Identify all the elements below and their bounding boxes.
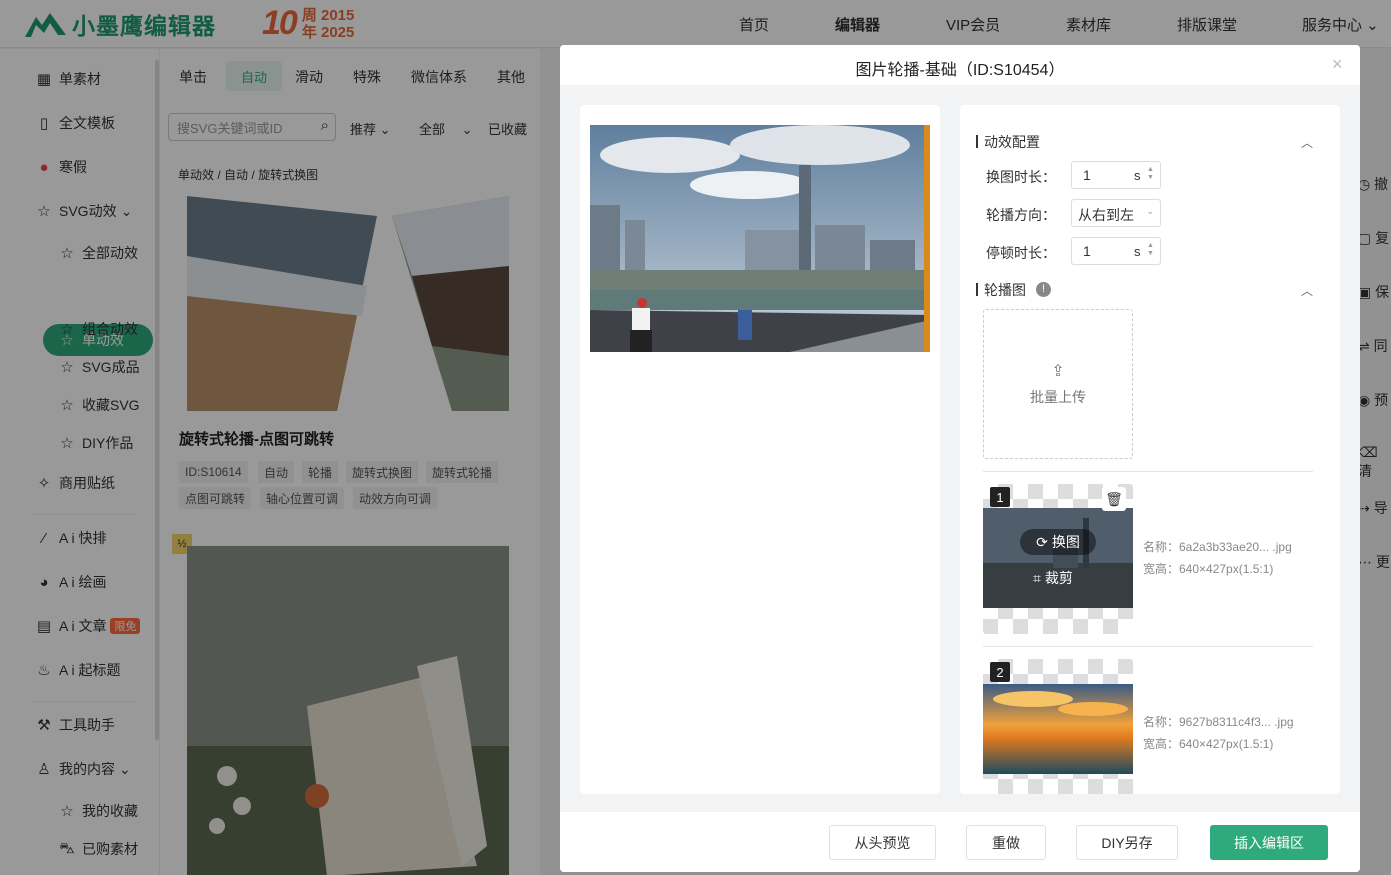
diy-save-as-button[interactable]: DIY另存 (1076, 825, 1178, 860)
batch-upload-button[interactable]: ⇪ 批量上传 (983, 309, 1133, 459)
image-name: 名称：9627b8311c4f3... .jpg (1143, 715, 1294, 729)
carousel-config-modal: 图片轮播-基础（ID:S10454） × 动效配置 ︿ 换图时长： 1 s ▲ … (560, 45, 1360, 872)
switch-duration-input[interactable]: 1 s ▲ ▼ (1071, 161, 1161, 189)
image-2-photo (983, 684, 1133, 774)
crop-button[interactable]: ⌗ 裁剪 (1033, 568, 1073, 588)
section-title-anim: 动效配置 (976, 134, 1040, 150)
direction-label: 轮播方向： (986, 207, 1056, 223)
image-size: 宽高：640×427px(1.5:1) (1143, 562, 1274, 576)
insert-editor-button[interactable]: 插入编辑区 (1210, 825, 1328, 860)
replace-image-button[interactable]: ⟳ 换图 (1020, 529, 1096, 555)
upload-icon: ⇪ (1051, 363, 1065, 380)
carousel-image-2[interactable]: 2 (983, 659, 1133, 794)
refresh-icon: ⟳ (1036, 533, 1048, 550)
chevron-up-icon[interactable]: ︿ (1301, 282, 1313, 299)
image-index: 1 (990, 487, 1010, 507)
chevron-down-icon: ⌄ (1146, 206, 1154, 216)
trash-icon[interactable]: 🗑 (1102, 487, 1126, 511)
image-index: 2 (990, 662, 1010, 682)
redo-button[interactable]: 重做 (966, 825, 1046, 860)
chevron-up-icon[interactable]: ︿ (1301, 134, 1313, 151)
modal-title: 图片轮播-基础（ID:S10454） (855, 62, 1065, 79)
pause-duration-label: 停顿时长： (986, 245, 1056, 261)
close-icon[interactable]: × (1332, 54, 1343, 75)
divider (983, 646, 1313, 647)
image-name: 名称：6a2a3b33ae20... .jpg (1143, 540, 1292, 554)
stepper-icon[interactable]: ▲ ▼ (1147, 166, 1154, 182)
info-icon[interactable]: ! (1036, 282, 1051, 297)
stepper-icon[interactable]: ▲ ▼ (1147, 242, 1154, 258)
image-1-photo (983, 508, 1133, 608)
divider (983, 471, 1313, 472)
direction-select[interactable]: 从右到左 ⌄ (1071, 199, 1161, 227)
switch-duration-label: 换图时长： (986, 169, 1056, 185)
city-photo (590, 125, 930, 352)
config-panel: 动效配置 ︿ 换图时长： 1 s ▲ ▼ 轮播方向： 从右到左 ⌄ 停顿时长： 1 s ▲ ▼… (960, 105, 1340, 794)
modal-footer: 从头预览 重做 DIY另存 插入编辑区 (560, 812, 1360, 872)
image-size: 宽高：640×427px(1.5:1) (1143, 737, 1274, 751)
section-title-images: 轮播图 (976, 282, 1026, 298)
modal-header: 图片轮播-基础（ID:S10454） × (560, 45, 1360, 85)
preview-from-start-button[interactable]: 从头预览 (829, 825, 936, 860)
preview-panel (580, 105, 940, 794)
carousel-image-1[interactable]: 1 🗑 ⟳ 换图 ⌗ 裁剪 (983, 484, 1133, 634)
pause-duration-input[interactable]: 1 s ▲ ▼ (1071, 237, 1161, 265)
crop-icon: ⌗ (1033, 570, 1041, 586)
carousel-preview (590, 125, 930, 352)
